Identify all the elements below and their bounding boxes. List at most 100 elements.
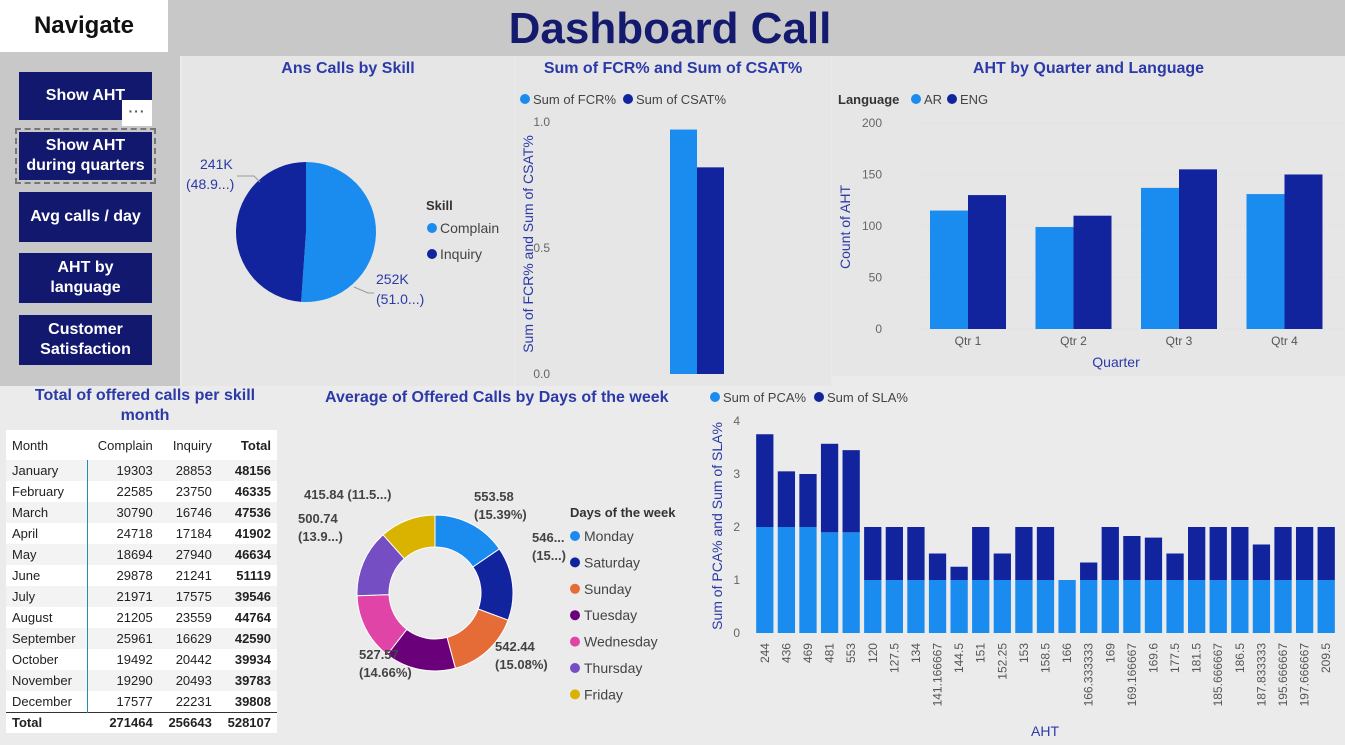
fcr-bar-0[interactable] <box>670 129 697 374</box>
pca-bar-1[interactable] <box>820 443 839 533</box>
table-row[interactable]: June 29878 21241 51119 <box>6 565 277 586</box>
col-total[interactable]: Total <box>218 430 277 460</box>
table-row[interactable]: January 19303 28853 48156 <box>6 460 277 481</box>
pca-bar-1[interactable] <box>1123 536 1141 580</box>
pca-bar-0[interactable] <box>1188 580 1206 633</box>
aht-bar-qtr3-eng[interactable] <box>1179 169 1217 329</box>
legend-saturday[interactable]: Saturday <box>584 554 640 570</box>
pca-bar-0[interactable] <box>1058 580 1076 633</box>
pca-bar-0[interactable] <box>799 527 817 633</box>
col-inquiry[interactable]: Inquiry <box>159 430 218 460</box>
table-row[interactable]: November 19290 20493 39783 <box>6 670 277 691</box>
legend-sunday[interactable]: Sunday <box>584 581 631 597</box>
legend-friday[interactable]: Friday <box>584 686 623 702</box>
legend-pca[interactable]: Sum of PCA% <box>723 390 807 405</box>
pca-bar-0[interactable] <box>972 580 990 633</box>
pca-bar-1[interactable] <box>1080 562 1098 580</box>
pca-bar-0[interactable] <box>777 527 796 633</box>
table-row[interactable]: September 25961 16629 42590 <box>6 628 277 649</box>
legend-ar[interactable]: AR <box>924 92 942 107</box>
legend-thursday[interactable]: Thursday <box>584 660 642 676</box>
pca-bar-1[interactable] <box>885 527 903 580</box>
pca-bar-1[interactable] <box>993 553 1011 581</box>
pca-bar-0[interactable] <box>1080 580 1098 633</box>
aht-by-language-button[interactable]: AHT by language <box>17 251 154 305</box>
pca-bar-0[interactable] <box>756 527 774 633</box>
aht-bar-qtr2-eng[interactable] <box>1073 215 1112 329</box>
pie-slice-inquiry[interactable] <box>236 162 306 302</box>
legend-fcr[interactable]: Sum of FCR% <box>533 92 617 107</box>
pca-bar-0[interactable] <box>1123 580 1141 633</box>
pca-bar-1[interactable] <box>756 434 774 527</box>
pca-bar-0[interactable] <box>993 580 1011 633</box>
table-row[interactable]: December 17577 22231 39808 <box>6 691 277 712</box>
show-aht-quarters-button[interactable]: Show AHT during quarters <box>15 128 156 184</box>
legend-eng[interactable]: ENG <box>960 92 988 107</box>
pca-bar-1[interactable] <box>950 566 968 580</box>
pca-bar-1[interactable] <box>1036 527 1055 580</box>
aht-bar-qtr1-eng[interactable] <box>968 195 1006 329</box>
aht-bar-qtr4-eng[interactable] <box>1284 174 1323 330</box>
fcr-bar-1[interactable] <box>697 167 724 374</box>
pca-bar-1[interactable] <box>1231 527 1249 580</box>
avg-calls-day-button[interactable]: Avg calls / day <box>17 190 154 244</box>
pca-bar-1[interactable] <box>1144 537 1163 580</box>
table-row[interactable]: October 19492 20442 39934 <box>6 649 277 670</box>
pca-bar-0[interactable] <box>820 532 839 633</box>
pca-bar-0[interactable] <box>1101 580 1119 633</box>
aht-bar-qtr4-ar[interactable] <box>1246 194 1285 329</box>
pca-bar-1[interactable] <box>1101 527 1119 580</box>
pca-bar-1[interactable] <box>1317 527 1335 580</box>
aht-bar-qtr2-ar[interactable] <box>1035 227 1074 329</box>
pca-bar-1[interactable] <box>928 553 947 581</box>
legend-inquiry[interactable]: Inquiry <box>440 246 482 262</box>
pca-bar-1[interactable] <box>1209 527 1227 580</box>
pca-bar-1[interactable] <box>907 527 925 580</box>
pca-bar-0[interactable] <box>864 580 882 633</box>
pca-bar-1[interactable] <box>842 450 860 533</box>
legend-monday[interactable]: Monday <box>584 528 634 544</box>
pca-bar-0[interactable] <box>1166 580 1184 633</box>
pca-bar-0[interactable] <box>1231 580 1249 633</box>
col-complain[interactable]: Complain <box>87 430 158 460</box>
pca-bar-1[interactable] <box>1252 544 1271 580</box>
pca-bar-1[interactable] <box>1166 553 1184 581</box>
legend-complain[interactable]: Complain <box>440 220 499 236</box>
aht-bar-qtr1-ar[interactable] <box>930 210 968 329</box>
pca-bar-0[interactable] <box>1295 580 1314 633</box>
pca-bar-0[interactable] <box>1036 580 1055 633</box>
pca-bar-0[interactable] <box>907 580 925 633</box>
pca-bar-1[interactable] <box>1295 527 1314 580</box>
pca-bar-0[interactable] <box>885 580 903 633</box>
pca-bar-0[interactable] <box>842 532 860 633</box>
pca-bar-1[interactable] <box>1274 527 1292 580</box>
table-row[interactable]: April 24718 17184 41902 <box>6 523 277 544</box>
more-options-icon[interactable]: ··· <box>122 100 152 126</box>
table-row[interactable]: March 30790 16746 47536 <box>6 502 277 523</box>
pca-bar-0[interactable] <box>1209 580 1227 633</box>
legend-csat[interactable]: Sum of CSAT% <box>636 92 727 107</box>
legend-wednesday[interactable]: Wednesday <box>584 634 658 650</box>
legend-tuesday[interactable]: Tuesday <box>584 607 637 623</box>
pca-bar-0[interactable] <box>1317 580 1335 633</box>
pca-bar-0[interactable] <box>1252 580 1271 633</box>
table-row[interactable]: August 21205 23559 44764 <box>6 607 277 628</box>
pca-bar-0[interactable] <box>1144 580 1163 633</box>
pca-bar-1[interactable] <box>864 527 882 580</box>
pca-bar-1[interactable] <box>972 527 990 580</box>
pca-bar-1[interactable] <box>777 471 796 527</box>
pie-slice-complain[interactable] <box>301 162 377 302</box>
pca-bar-0[interactable] <box>928 580 947 633</box>
pca-bar-0[interactable] <box>950 580 968 633</box>
pca-bar-0[interactable] <box>1015 580 1033 633</box>
aht-bar-qtr3-ar[interactable] <box>1141 187 1179 329</box>
pca-bar-1[interactable] <box>799 474 817 527</box>
customer-satisfaction-button[interactable]: Customer Satisfaction <box>17 313 154 367</box>
legend-sla[interactable]: Sum of SLA% <box>827 390 908 405</box>
pca-bar-1[interactable] <box>1188 527 1206 580</box>
table-row[interactable]: July 21971 17575 39546 <box>6 586 277 607</box>
table-row[interactable]: May 18694 27940 46634 <box>6 544 277 565</box>
pca-bar-1[interactable] <box>1015 527 1033 580</box>
col-month[interactable]: Month <box>6 430 87 460</box>
table-row[interactable]: February 22585 23750 46335 <box>6 481 277 502</box>
